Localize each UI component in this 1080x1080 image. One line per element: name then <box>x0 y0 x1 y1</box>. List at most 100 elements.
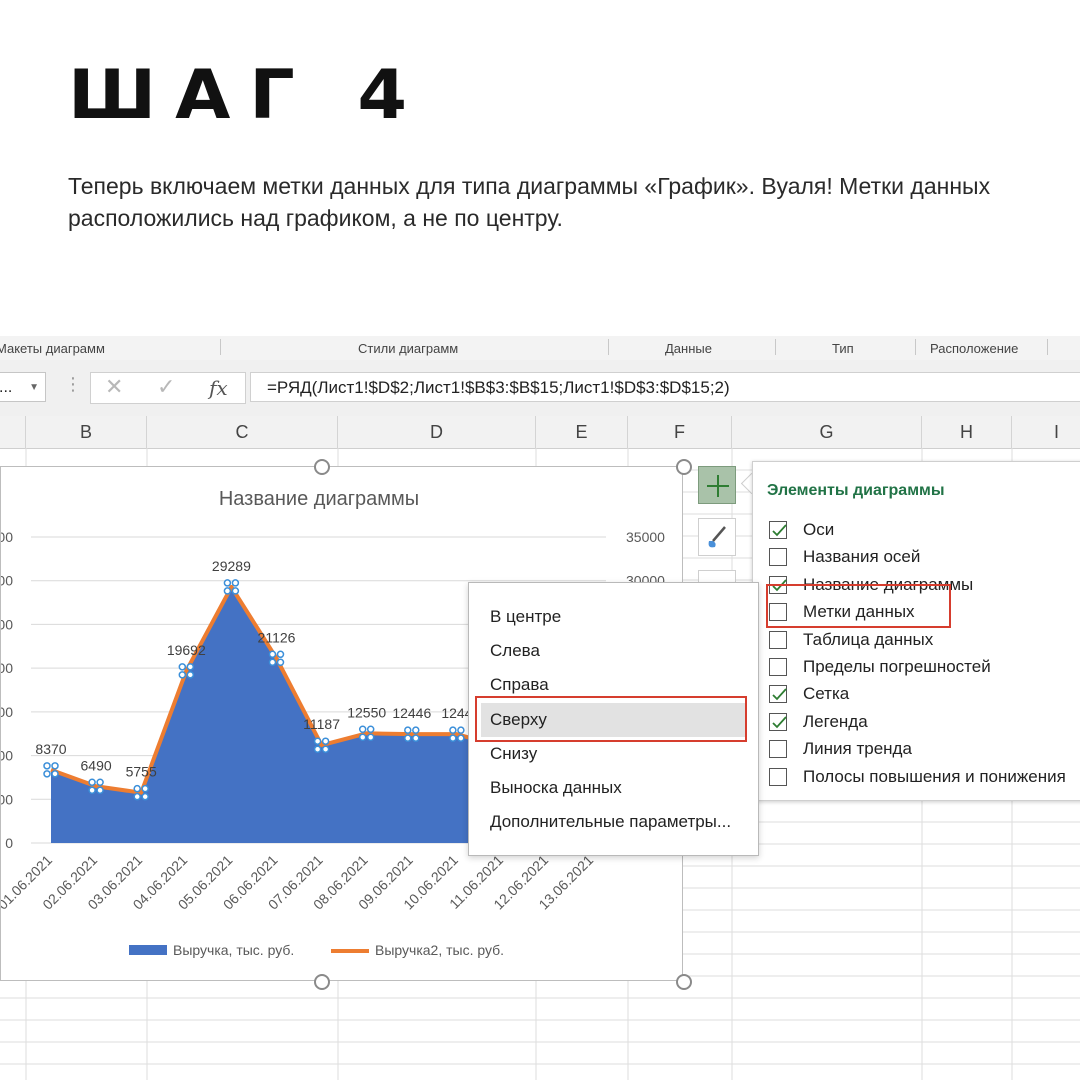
menu-item-callout[interactable]: Выноска данных <box>470 771 757 805</box>
point-selection-marker <box>96 778 104 787</box>
column-header-g[interactable]: G <box>732 416 922 448</box>
chart-elements-button[interactable] <box>698 466 736 504</box>
y-tick-label: 00 <box>1 616 13 632</box>
point-selection-marker <box>358 733 367 742</box>
column-header-i[interactable]: I <box>1012 416 1080 448</box>
ribbon-group-type[interactable]: Тип <box>832 341 854 356</box>
column-header-f[interactable]: F <box>628 416 732 448</box>
element-option-label: Легенда <box>803 711 868 731</box>
y2-tick-label: 35000 <box>626 529 665 545</box>
formula-input[interactable]: =РЯД(Лист1!$D$2;Лист1!$B$3:$B$15;Лист1!$… <box>250 372 1080 402</box>
column-header-a[interactable] <box>0 416 26 448</box>
data-label: 12446 <box>392 705 431 721</box>
point-selection-marker <box>43 770 51 778</box>
element-option-label: Пределы погрешностей <box>803 657 991 676</box>
point-selection-marker <box>96 786 104 795</box>
point-selection-marker <box>276 650 285 659</box>
column-header-h[interactable]: H <box>922 416 1012 448</box>
data-label: 5755 <box>126 764 157 780</box>
point-selection-marker <box>366 733 375 742</box>
data-label: 19692 <box>167 642 206 658</box>
resize-handle-top[interactable] <box>314 459 330 475</box>
resize-handle-bottom-right[interactable] <box>676 974 692 990</box>
menu-item-left[interactable]: Слева <box>470 634 757 668</box>
point-selection-marker <box>186 671 195 679</box>
point-selection-marker <box>366 725 375 734</box>
point-selection-marker <box>178 671 187 679</box>
point-selection-marker <box>404 726 412 734</box>
column-header-e[interactable]: E <box>536 416 628 448</box>
point-selection-marker <box>133 792 141 801</box>
legend-label: Выручка, тыс. руб. <box>173 942 294 958</box>
data-label: 11187 <box>303 716 340 732</box>
point-selection-marker <box>133 784 141 793</box>
point-selection-marker <box>186 663 195 671</box>
resize-handle-bottom[interactable] <box>314 974 330 990</box>
column-header-c[interactable]: C <box>147 416 338 448</box>
checkbox-icon[interactable] <box>769 740 787 759</box>
ribbon-group-chart-styles[interactable]: Стили диаграмм <box>358 341 458 356</box>
name-box[interactable]: ... ▼ <box>0 372 46 402</box>
menu-item-below[interactable]: Снизу <box>470 737 757 771</box>
highlight-data-labels <box>766 584 951 628</box>
cancel-icon[interactable]: ✕ <box>105 375 123 400</box>
formula-buttons: ✕ ✓ fx <box>90 372 246 404</box>
point-selection-marker <box>358 725 367 734</box>
column-header-b[interactable]: B <box>26 416 147 448</box>
insert-function-icon[interactable]: fx <box>209 376 228 400</box>
point-selection-marker <box>449 726 457 734</box>
menu-item-center[interactable]: В центре <box>470 600 757 634</box>
y-tick-label: 00 <box>1 791 13 807</box>
point-selection-marker <box>178 663 187 671</box>
element-option-label: Сетка <box>803 684 850 704</box>
point-selection-marker <box>88 786 96 795</box>
checkbox-checked-icon[interactable] <box>769 521 787 539</box>
point-selection-marker <box>141 784 149 793</box>
point-selection-marker <box>404 734 412 742</box>
menu-item-more-options[interactable]: Дополнительные параметры... <box>470 805 757 839</box>
point-selection-marker <box>457 726 465 734</box>
point-selection-marker <box>449 734 457 742</box>
excel-screenshot: Макеты диаграмм Стили диаграмм Данные Ти… <box>0 336 1080 1080</box>
ribbon-group-location[interactable]: Расположение <box>930 341 1018 356</box>
resize-handle-top-right[interactable] <box>676 459 692 475</box>
column-headers: B C D E F G H I <box>0 416 1080 449</box>
more-vertical-icon: ⋮ <box>64 374 82 395</box>
column-header-d[interactable]: D <box>338 416 536 448</box>
ribbon-group-chart-layouts[interactable]: Макеты диаграмм <box>0 341 105 356</box>
chart-title: Название диаграммы <box>219 488 419 510</box>
brush-icon <box>708 526 726 548</box>
data-label: 29289 <box>212 558 251 574</box>
point-selection-marker <box>141 792 149 801</box>
point-selection-marker <box>223 579 232 587</box>
point-selection-marker <box>412 734 420 742</box>
checkbox-icon[interactable] <box>769 548 787 567</box>
point-selection-marker <box>321 737 330 745</box>
point-selection-marker <box>313 745 322 753</box>
point-selection-marker <box>231 579 240 587</box>
point-selection-marker <box>457 734 465 742</box>
chevron-down-icon[interactable]: ▼ <box>29 373 39 403</box>
legend-swatch-area <box>129 945 167 955</box>
checkbox-checked-icon[interactable] <box>769 712 787 731</box>
formula-bar: ... ▼ ⋮ ✕ ✓ fx =РЯД(Лист1!$D$2;Лист1!$B$3… <box>0 360 1080 417</box>
element-option-label: Полосы повышения и понижения <box>803 766 1066 786</box>
checkbox-icon[interactable] <box>769 658 787 676</box>
y-tick-label: 00 <box>1 748 13 764</box>
checkbox-checked-icon[interactable] <box>769 685 787 704</box>
checkbox-icon[interactable] <box>769 767 787 786</box>
y-tick-label: 00 <box>1 573 13 589</box>
point-selection-marker <box>268 650 277 659</box>
point-selection-marker <box>51 770 59 778</box>
point-selection-marker <box>43 762 51 770</box>
data-label: 21126 <box>258 629 296 645</box>
checkmark-icon[interactable]: ✓ <box>157 375 175 400</box>
highlight-above <box>475 696 747 742</box>
ribbon-group-data[interactable]: Данные <box>665 341 712 356</box>
step-title: ШАГ 4 <box>68 56 427 135</box>
chart-elements-panel: Элементы диаграммы Оси Названия осей Назва… <box>752 461 1080 801</box>
y-tick-label: 00 <box>1 704 13 720</box>
point-selection-marker <box>321 745 330 753</box>
checkbox-icon[interactable] <box>769 630 787 649</box>
chart-styles-button[interactable] <box>698 518 736 556</box>
